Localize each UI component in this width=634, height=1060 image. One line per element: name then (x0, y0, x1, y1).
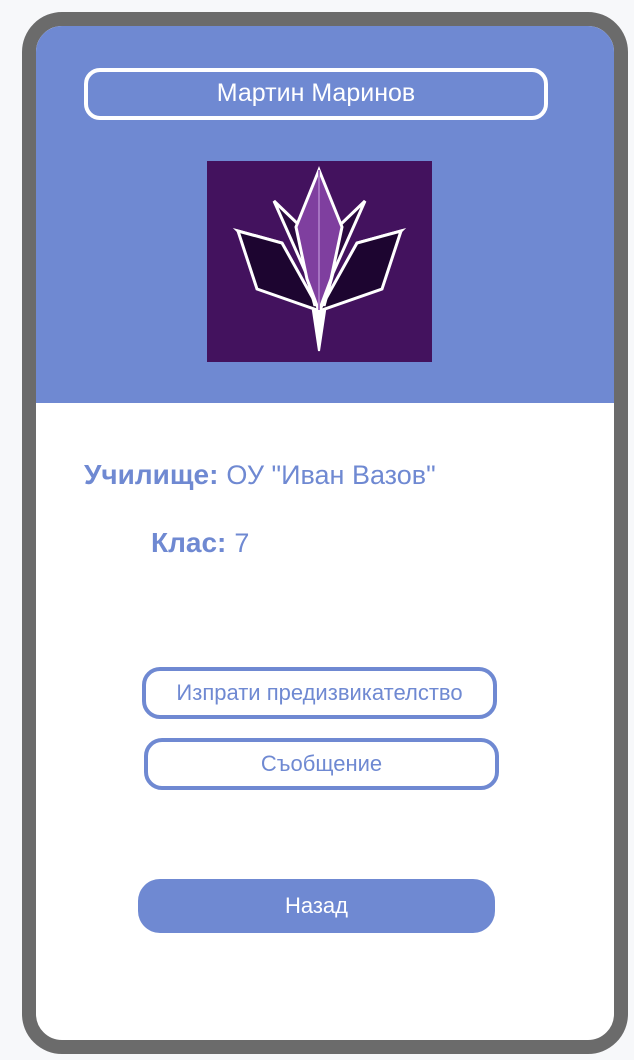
message-button[interactable]: Съобщение (144, 738, 499, 790)
user-name: Мартин Маринов (84, 68, 548, 120)
class-label: Клас: (151, 527, 227, 558)
logo-graphic (232, 165, 407, 352)
profile-header: Мартин Маринов (36, 26, 614, 403)
back-button[interactable]: Назад (138, 879, 495, 933)
class-row: Клас: 7 (151, 527, 249, 559)
school-label: Училище: (84, 459, 219, 490)
class-value: 7 (234, 528, 250, 558)
school-row: Училище: ОУ "Иван Вазов" (84, 459, 436, 491)
crystal-lotus-logo-icon (207, 161, 432, 362)
school-value: ОУ "Иван Вазов" (226, 460, 436, 490)
profile-card: Мартин Маринов Училище: ОУ "Иван Вазов" … (22, 12, 628, 1054)
send-challenge-button[interactable]: Изпрати предизвикателство (142, 667, 497, 719)
logo-stem (311, 310, 327, 352)
